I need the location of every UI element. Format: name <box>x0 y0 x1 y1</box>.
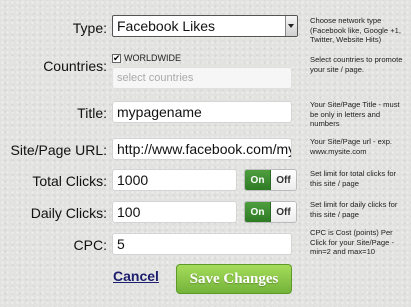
daily-clicks-toggle-off[interactable]: Off <box>271 202 296 222</box>
title-input-value: mypagename <box>117 104 202 120</box>
total-clicks-input[interactable]: 1000 <box>112 169 237 191</box>
url-hint: Your Site/Page url - exp. www.mysite.com <box>310 137 393 156</box>
cancel-link[interactable]: Cancel <box>113 268 159 284</box>
cpc-hint: CPC is Cost (points) Per Click for your … <box>310 228 394 257</box>
title-hint: Your Site/Page Title - must be only in l… <box>310 100 400 129</box>
daily-clicks-hint: Set limit for daily clicks for this site… <box>310 200 398 219</box>
total-clicks-toggle-off[interactable]: Off <box>271 170 296 190</box>
cpc-input[interactable]: 5 <box>112 233 292 255</box>
type-hint: Choose network type (Facebook like, Goog… <box>310 16 401 45</box>
total-clicks-toggle[interactable]: On Off <box>244 169 297 191</box>
type-select-value: Facebook Likes <box>117 18 216 34</box>
total-clicks-input-value: 1000 <box>117 172 149 188</box>
total-clicks-label: Total Clicks: <box>32 173 107 189</box>
type-label: Type: <box>72 20 107 36</box>
countries-select-placeholder: select countries <box>117 72 194 84</box>
url-label: Site/Page URL: <box>10 142 108 158</box>
save-changes-button[interactable]: Save Changes <box>176 264 292 294</box>
chevron-down-icon[interactable] <box>285 16 297 36</box>
countries-hint: Select countries to promote your site / … <box>310 55 403 74</box>
countries-select[interactable]: select countries <box>112 67 292 89</box>
daily-clicks-input-value: 100 <box>117 204 141 220</box>
title-label: Title: <box>77 105 107 121</box>
total-clicks-toggle-on[interactable]: On <box>245 170 271 190</box>
worldwide-label: WORLDWIDE <box>124 53 181 63</box>
url-input-value: http://www.facebook.com/mypagename <box>117 141 291 157</box>
title-input[interactable]: mypagename <box>112 101 292 123</box>
daily-clicks-input[interactable]: 100 <box>112 201 237 223</box>
worldwide-checkbox[interactable]: ✔ <box>112 54 121 63</box>
daily-clicks-toggle-on[interactable]: On <box>245 202 271 222</box>
url-input[interactable]: http://www.facebook.com/mypagename <box>112 138 292 160</box>
daily-clicks-label: Daily Clicks: <box>30 205 107 221</box>
cpc-input-value: 5 <box>117 236 125 252</box>
cpc-label: CPC: <box>73 237 107 253</box>
daily-clicks-toggle[interactable]: On Off <box>244 201 297 223</box>
type-select[interactable]: Facebook Likes <box>112 15 298 37</box>
countries-label: Countries: <box>43 58 107 74</box>
total-clicks-hint: Set limit for total clicks for this site… <box>310 169 397 188</box>
